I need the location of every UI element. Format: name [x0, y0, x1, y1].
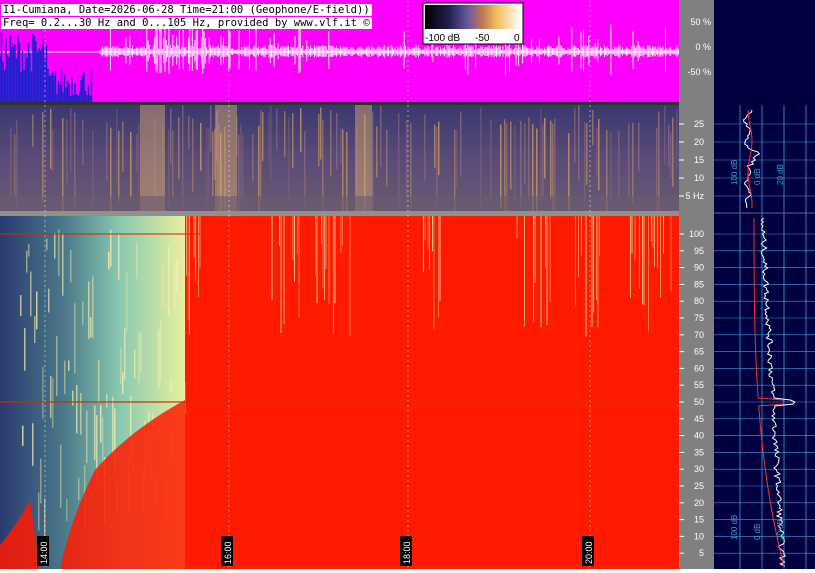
profile-scale-label: 0 dB [753, 169, 762, 185]
high-freq-tick-label: 100 [689, 229, 704, 239]
profile-scale-label: 100 dB [730, 515, 739, 540]
svg-text:14:00: 14:00 [39, 541, 49, 564]
svg-text:18:00: 18:00 [402, 541, 412, 564]
wave-tick-label: -50 % [687, 67, 711, 77]
high-freq-tick-label: 10 [694, 531, 704, 541]
low-freq-tick-label: 10 [694, 173, 704, 183]
frequency-caption: Freq= 0.2...30 Hz and 0...105 Hz, provid… [1, 17, 372, 29]
separator-top [0, 102, 679, 105]
colorbar-gradient [425, 5, 521, 29]
wave-tick-label: 0 % [695, 42, 711, 52]
time-label: 20:00 [582, 536, 594, 566]
low-freq-tick-label: 5 Hz [685, 191, 704, 201]
spectrogram-display: -100 dB -50 0 50 % 0 % -50 % 25 20 15 10 5 H… [0, 0, 815, 569]
spectrogram-canvas: -100 dB -50 0 50 % 0 % -50 % 25 20 15 10 5 H… [0, 0, 815, 569]
low-freq-spectrogram [0, 105, 679, 211]
high-freq-tick-label: 25 [694, 481, 704, 491]
high-freq-tick-label: 80 [694, 296, 704, 306]
high-freq-tick-label: 85 [694, 279, 704, 289]
profile-scale-label: 20 dB [776, 164, 785, 185]
high-freq-tick-label: 65 [694, 347, 704, 357]
colorbar-label-low: -100 dB [425, 33, 460, 44]
colorbar-label-high: 0 [514, 33, 520, 44]
profile-scale-label: 0 dB [753, 524, 762, 540]
high-freq-tick-label: 40 [694, 431, 704, 441]
high-freq-tick-label: 15 [694, 515, 704, 525]
high-freq-tick-label: 95 [694, 246, 704, 256]
time-label: 18:00 [400, 536, 412, 566]
high-freq-tick-label: 35 [694, 447, 704, 457]
high-freq-tick-label: 20 [694, 498, 704, 508]
low-freq-tick-label: 15 [694, 155, 704, 165]
colorbar: -100 dB -50 0 [422, 2, 524, 45]
high-freq-tick-label: 50 [694, 397, 704, 407]
high-freq-tick-label: 45 [694, 414, 704, 424]
time-label: 14:00 [37, 536, 49, 566]
high-freq-tick-label: 60 [694, 363, 704, 373]
high-freq-tick-label: 30 [694, 464, 704, 474]
time-label: 16:00 [221, 536, 233, 566]
high-freq-tick-label: 5 [699, 548, 704, 558]
svg-text:20:00: 20:00 [584, 541, 594, 564]
low-freq-tick-label: 25 [694, 119, 704, 129]
high-freq-tick-label: 75 [694, 313, 704, 323]
profile-scale-label: 100 dB [730, 160, 739, 185]
wave-tick-label: 50 % [690, 17, 711, 27]
colorbar-label-mid: -50 [475, 33, 490, 44]
high-freq-tick-label: 90 [694, 263, 704, 273]
high-freq-tick-label: 55 [694, 380, 704, 390]
separator-mid [0, 211, 679, 216]
station-title: I1-Cumiana, Date=2026-06-28 Time=21:00 (… [1, 4, 372, 16]
profile-scale-label: 20 dB [776, 519, 785, 540]
svg-text:16:00: 16:00 [223, 541, 233, 564]
low-freq-tick-label: 20 [694, 137, 704, 147]
high-freq-tick-label: 70 [694, 330, 704, 340]
